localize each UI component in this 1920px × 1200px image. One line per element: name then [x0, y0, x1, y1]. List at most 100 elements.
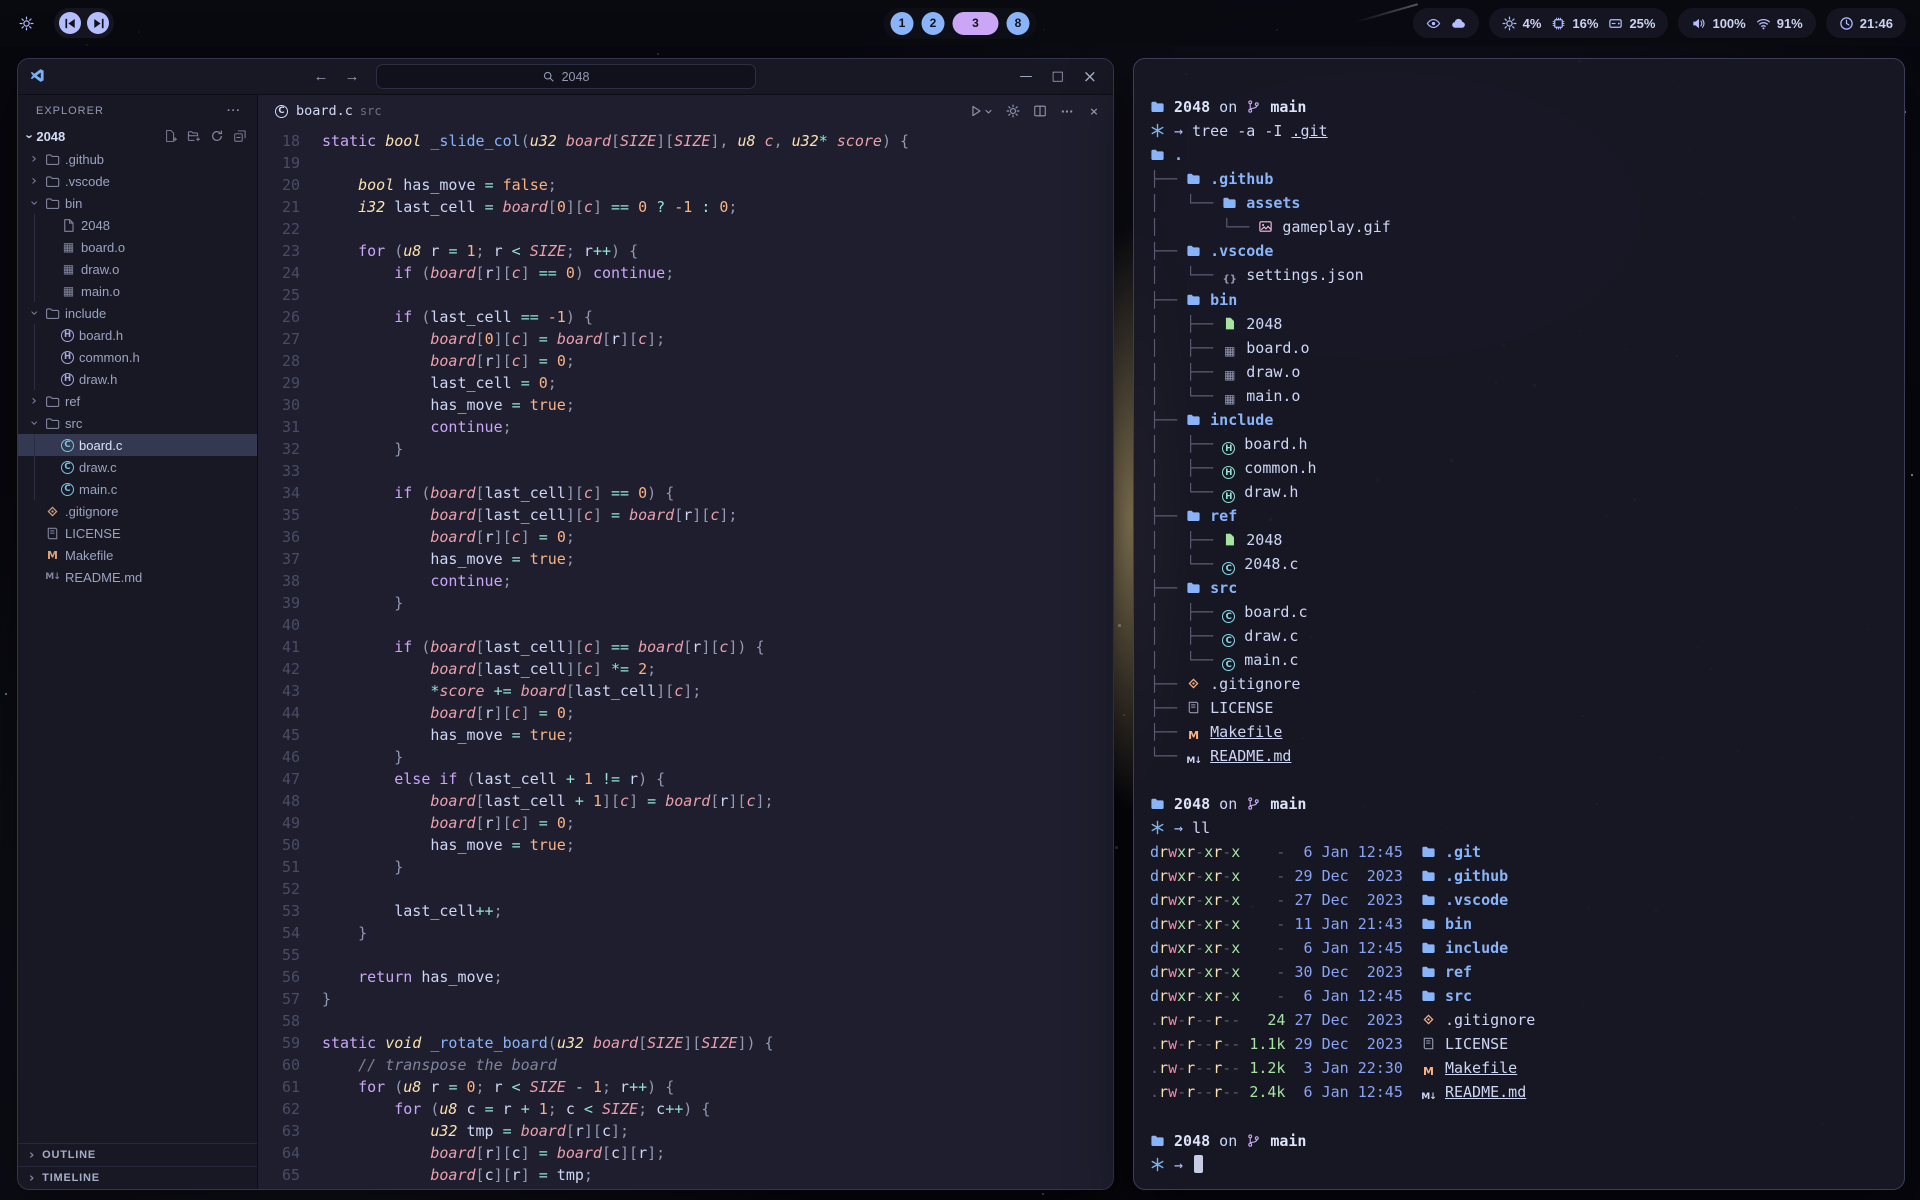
makefile-icon: M	[1186, 728, 1201, 743]
code-line: 33	[258, 460, 1113, 482]
tab-board.c[interactable]: C board.c src	[266, 103, 390, 119]
minimize-button[interactable]: —	[1019, 69, 1032, 84]
vscode-window[interactable]: ←→ 2048 —□× EXPLORER ··· › 2048 ›.github…	[17, 58, 1114, 1190]
explorer-item-LICENSE[interactable]: ›LICENSE	[18, 522, 257, 544]
explorer-item-draw.c[interactable]: ›Cdraw.c	[18, 456, 257, 478]
file-o-icon	[61, 218, 76, 233]
license-icon	[1186, 700, 1201, 715]
module-audio-network[interactable]: 100%91%	[1678, 8, 1815, 38]
explorer-item-.gitignore[interactable]: ›.gitignore	[18, 500, 257, 522]
topbar-left	[14, 8, 114, 38]
module-weather[interactable]	[1413, 8, 1479, 38]
line-number: 21	[258, 196, 300, 218]
skip-forward-button[interactable]	[87, 12, 109, 34]
code-line: 32 }	[258, 438, 1113, 460]
code-line: 41 if (board[last_cell][c] == board[r][c…	[258, 636, 1113, 658]
explorer-item-2048[interactable]: ›2048	[18, 214, 257, 236]
entry-name: draw.h	[1244, 483, 1298, 501]
command-center-search[interactable]: 2048	[376, 64, 756, 89]
explorer-item-src[interactable]: ›src	[18, 412, 257, 434]
explorer-more-button[interactable]: ···	[227, 105, 241, 117]
maximize-button[interactable]: □	[1051, 69, 1063, 84]
tree-entry: │ ├── ▦ draw.o	[1150, 360, 1888, 384]
line-number: 26	[258, 306, 300, 328]
panel-timeline[interactable]: ›TIMELINE	[18, 1166, 257, 1189]
close-button[interactable]: ×	[1083, 67, 1097, 87]
run-button[interactable]	[969, 104, 993, 118]
explorer-item-.vscode[interactable]: ›.vscode	[18, 170, 257, 192]
workspace-2[interactable]: 2	[922, 12, 945, 35]
workspace-3[interactable]: 3	[953, 12, 999, 35]
editor[interactable]: 18static bool _slide_col(u32 board[SIZE]…	[258, 127, 1113, 1189]
explorer-item-bin[interactable]: ›bin	[18, 192, 257, 214]
tab-folder-hint: src	[360, 104, 382, 118]
panel-outline[interactable]: ›OUTLINE	[18, 1143, 257, 1166]
file-date: 6 Jan 12:45	[1295, 987, 1403, 1005]
explorer-item-main.o[interactable]: ›▦main.o	[18, 280, 257, 302]
line-number: 52	[258, 878, 300, 900]
code-line: 61 for (u8 r = 0; r < SIZE - 1; r++) {	[258, 1076, 1113, 1098]
new-file-button[interactable]	[164, 129, 178, 144]
close-button[interactable]: ×	[1087, 104, 1101, 118]
collapse-button[interactable]	[233, 129, 247, 144]
tree-entry: ├── M Makefile	[1150, 720, 1888, 744]
explorer-root-folder[interactable]: › 2048	[18, 124, 257, 148]
entry-name: assets	[1246, 194, 1300, 212]
explorer-item-board.o[interactable]: ›▦board.o	[18, 236, 257, 258]
explorer-item-common.h[interactable]: ›Hcommon.h	[18, 346, 257, 368]
module-system-stats[interactable]: 4%16%25%	[1489, 8, 1669, 38]
explorer-item-draw.h[interactable]: ›Hdraw.h	[18, 368, 257, 390]
file-name: .git	[1445, 843, 1481, 861]
code-line: 44 board[r][c] = 0;	[258, 702, 1113, 724]
line-number: 39	[258, 592, 300, 614]
entry-name: board.h	[1244, 435, 1307, 453]
file-date: 6 Jan 12:45	[1295, 939, 1403, 957]
line-number: 36	[258, 526, 300, 548]
workspace-1[interactable]: 1	[891, 12, 914, 35]
history-back-button[interactable]: ←	[314, 68, 329, 85]
explorer-item-draw.o[interactable]: ›▦draw.o	[18, 258, 257, 280]
explorer-item-Makefile[interactable]: ›MMakefile	[18, 544, 257, 566]
skip-back-button[interactable]	[59, 12, 81, 34]
more-button[interactable]: ···	[1060, 104, 1074, 118]
terminal-window[interactable]: 2048 on main → tree -a -I .git .├── .git…	[1133, 58, 1905, 1190]
caret-icon	[984, 107, 993, 116]
explorer-item-board.h[interactable]: ›Hboard.h	[18, 324, 257, 346]
explorer-item-README.md[interactable]: ›M↓README.md	[18, 566, 257, 588]
tree-entry: │ └── C 2048.c	[1150, 552, 1888, 576]
code-line: 40	[258, 614, 1113, 636]
chevron-down-icon: ›	[26, 417, 42, 429]
workspace-8[interactable]: 8	[1007, 12, 1030, 35]
history-forward-button[interactable]: →	[345, 68, 360, 85]
explorer-item-ref[interactable]: ›ref	[18, 390, 257, 412]
split-button[interactable]	[1033, 104, 1047, 118]
panel-label: TIMELINE	[42, 1172, 100, 1184]
explorer-item-main.c[interactable]: ›Cmain.c	[18, 478, 257, 500]
code-line: 42 board[last_cell][c] *= 2;	[258, 658, 1113, 680]
folder-icon	[1421, 868, 1436, 883]
module-clock[interactable]: 21:46	[1826, 8, 1906, 38]
explorer-item-.github[interactable]: ›.github	[18, 148, 257, 170]
refresh-button[interactable]	[210, 129, 224, 144]
tree-entry: │ ├── H board.h	[1150, 432, 1888, 456]
obj-icon: ▦	[1222, 367, 1237, 382]
code-line: 19	[258, 152, 1113, 174]
hfile-icon: H	[1222, 442, 1235, 455]
line-number: 58	[258, 1010, 300, 1032]
code-line: 65 board[c][r] = tmp;	[258, 1164, 1113, 1186]
module-item-speaker: 100%	[1691, 16, 1745, 31]
line-number: 22	[258, 218, 300, 240]
workspace-switcher: 1238	[884, 8, 1037, 39]
hfile-icon: H	[61, 351, 74, 364]
prompt-arrow: →	[1174, 122, 1183, 140]
code-line: 18static bool _slide_col(u32 board[SIZE]…	[258, 130, 1113, 152]
gear-button[interactable]	[1006, 104, 1020, 118]
line-number: 29	[258, 372, 300, 394]
explorer-item-include[interactable]: ›include	[18, 302, 257, 324]
new-folder-button[interactable]	[187, 129, 201, 144]
explorer-item-board.c[interactable]: ›Cboard.c	[18, 434, 257, 456]
file-size: -	[1249, 843, 1285, 861]
star	[1911, 474, 1913, 476]
app-launcher-button[interactable]	[14, 11, 38, 35]
entry-name: ref	[1210, 507, 1237, 525]
